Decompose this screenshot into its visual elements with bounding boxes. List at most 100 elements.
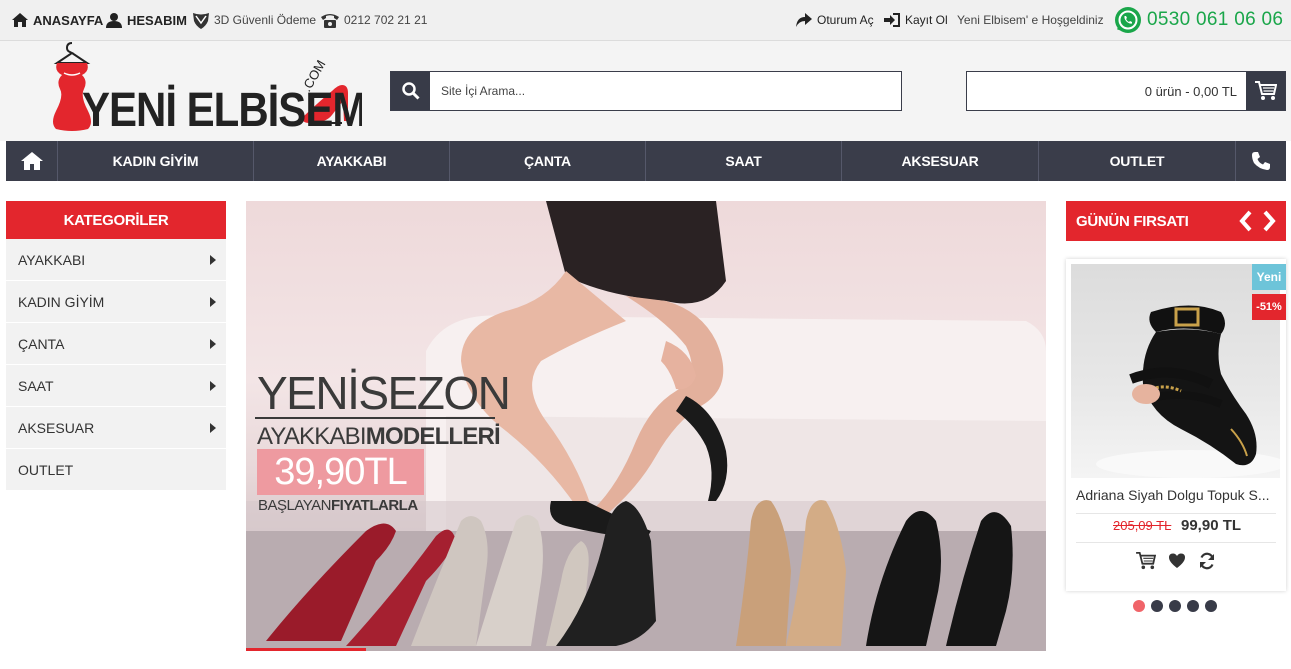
old-price: 205,09 TL	[1113, 518, 1172, 533]
new-badge: Yeni	[1252, 264, 1286, 290]
category-label: OUTLET	[18, 461, 74, 478]
heart-icon[interactable]	[1168, 552, 1186, 570]
phone-number: 0212 702 21 21	[321, 0, 427, 40]
main-nav: KADIN GİYİM AYAKKABI ÇANTA SAAT AKSESUAR…	[6, 141, 1286, 181]
nav-home-button[interactable]	[6, 141, 58, 181]
deal-product-image[interactable]	[1071, 264, 1280, 478]
discount-badge: -51%	[1252, 294, 1286, 320]
category-item-ayakkabi[interactable]: AYAKKABI	[6, 239, 226, 281]
logo-graphic: YENİ ELBİSEM .COM	[53, 42, 367, 137]
account-link[interactable]: HESABIM	[106, 0, 187, 40]
login-link-label: Oturum Aç	[817, 13, 874, 27]
deal-of-day-title: GÜNÜN FIRSATI	[1076, 212, 1189, 230]
category-item-outlet[interactable]: OUTLET	[6, 449, 226, 491]
sign-in-icon	[884, 13, 900, 27]
category-label: ÇANTA	[18, 335, 65, 352]
cart-summary: 0 ürün - 0,00 TL	[1144, 83, 1237, 99]
deal-product-name[interactable]: Adriana Siyah Dolgu Topuk S...	[1076, 487, 1276, 503]
divider	[1076, 542, 1276, 543]
user-icon	[106, 12, 122, 28]
carousel-dot[interactable]	[1151, 600, 1163, 612]
wedge-sandal-image	[1096, 305, 1280, 478]
carousel-dot[interactable]	[1133, 600, 1145, 612]
telephone-icon	[321, 13, 339, 28]
category-item-canta[interactable]: ÇANTA	[6, 323, 226, 365]
shopping-cart-icon	[1254, 81, 1277, 100]
add-to-cart-icon[interactable]	[1136, 552, 1156, 570]
category-label: SAAT	[18, 377, 54, 394]
chevron-right-icon[interactable]	[1262, 210, 1276, 232]
banner-tagline: BAŞLAYANFIYATLARLA	[258, 497, 418, 514]
whatsapp-icon	[1115, 7, 1141, 33]
category-item-saat[interactable]: SAAT	[6, 365, 226, 407]
carousel-dot[interactable]	[1187, 600, 1199, 612]
banner-subheadline-a: AYAKKABI	[257, 423, 367, 450]
home-icon	[20, 152, 43, 170]
register-link-label: Kayıt Ol	[905, 13, 948, 27]
deal-nav-arrows	[1239, 210, 1276, 232]
deal-carousel-dots	[1133, 600, 1217, 612]
deal-product-card[interactable]: Yeni -51% Adriana Siyah Dolgu Topuk S...…	[1066, 259, 1286, 591]
category-label: KADIN GİYİM	[18, 293, 105, 310]
caret-right-icon	[210, 296, 216, 307]
home-icon	[12, 13, 28, 27]
deal-actions	[1066, 552, 1286, 570]
carousel-dot[interactable]	[1205, 600, 1217, 612]
category-item-kadin-giyim[interactable]: KADIN GİYİM	[6, 281, 226, 323]
caret-right-icon	[210, 338, 216, 349]
share-arrow-icon	[796, 13, 812, 27]
top-bar: ANASAYFA HESABIM 3D Güvenli Ödeme 0212 7…	[0, 0, 1291, 41]
category-label: AKSESUAR	[18, 419, 95, 436]
categories-title: KATEGORİLER	[6, 201, 226, 239]
svg-text:YENİ ELBİSEM: YENİ ELBİSEM	[82, 82, 362, 136]
nav-item-canta[interactable]: ÇANTA	[450, 141, 646, 181]
banner-subheadline: AYAKKABIMODELLERİ	[257, 423, 501, 451]
shield-icon	[193, 12, 209, 29]
chevron-left-icon[interactable]	[1239, 210, 1253, 232]
divider	[1076, 513, 1276, 514]
register-link[interactable]: Kayıt Ol	[884, 0, 948, 40]
banner-subheadline-b: MODELLERİ	[365, 423, 501, 450]
cart-box[interactable]: 0 ürün - 0,00 TL	[966, 71, 1286, 111]
nav-item-kadin-giyim[interactable]: KADIN GİYİM	[58, 141, 254, 181]
whatsapp-phone-text: 0530 061 06 06	[1147, 9, 1284, 30]
secure-payment-label: 3D Güvenli Ödeme	[214, 13, 317, 27]
cart-button[interactable]	[1246, 72, 1285, 110]
banner-progress-indicator	[246, 648, 366, 651]
refresh-compare-icon[interactable]	[1198, 552, 1216, 570]
category-label: AYAKKABI	[18, 251, 86, 268]
secure-payment: 3D Güvenli Ödeme	[193, 0, 316, 40]
deal-of-day-header: GÜNÜN FIRSATI	[1066, 201, 1286, 241]
search-bar	[390, 71, 902, 111]
login-link[interactable]: Oturum Aç	[796, 0, 874, 40]
account-link-label: HESABIM	[127, 12, 187, 28]
search-button[interactable]	[391, 72, 430, 110]
site-logo[interactable]: YENİ ELBİSEM .COM	[42, 41, 367, 141]
carousel-dot[interactable]	[1169, 600, 1181, 612]
welcome-text: Yeni Elbisem' e Hoşgeldiniz	[957, 13, 1104, 27]
category-list: AYAKKABI KADIN GİYİM ÇANTA SAAT AKSESUAR…	[6, 239, 226, 491]
hero-banner[interactable]: YENİSEZON AYAKKABIMODELLERİ 39,90TL BAŞL…	[246, 201, 1046, 651]
banner-price-tag: 39,90TL	[257, 449, 424, 495]
phone-number-text: 0212 702 21 21	[344, 13, 428, 27]
banner-tagline-a: BAŞLAYAN	[258, 497, 331, 514]
category-item-aksesuar[interactable]: AKSESUAR	[6, 407, 226, 449]
banner-divider	[255, 417, 495, 419]
search-input[interactable]	[430, 72, 901, 110]
search-icon	[401, 82, 420, 100]
home-link[interactable]: ANASAYFA	[12, 0, 103, 40]
banner-headline: YENİSEZON	[257, 367, 511, 419]
site-header: YENİ ELBİSEM .COM 0 ürün - 0,00 TL	[0, 41, 1291, 141]
nav-item-aksesuar[interactable]: AKSESUAR	[842, 141, 1039, 181]
banner-tagline-b: FIYATLARLA	[330, 497, 418, 514]
caret-right-icon	[210, 254, 216, 265]
caret-right-icon	[210, 422, 216, 433]
nav-item-saat[interactable]: SAAT	[646, 141, 842, 181]
phone-icon	[1252, 152, 1270, 170]
nav-phone-button[interactable]	[1236, 141, 1286, 181]
current-price: 99,90 TL	[1181, 517, 1242, 534]
whatsapp-contact[interactable]: 0530 061 06 06	[1114, 0, 1283, 40]
nav-item-outlet[interactable]: OUTLET	[1039, 141, 1236, 181]
nav-item-ayakkabi[interactable]: AYAKKABI	[254, 141, 450, 181]
home-link-label: ANASAYFA	[33, 12, 104, 28]
